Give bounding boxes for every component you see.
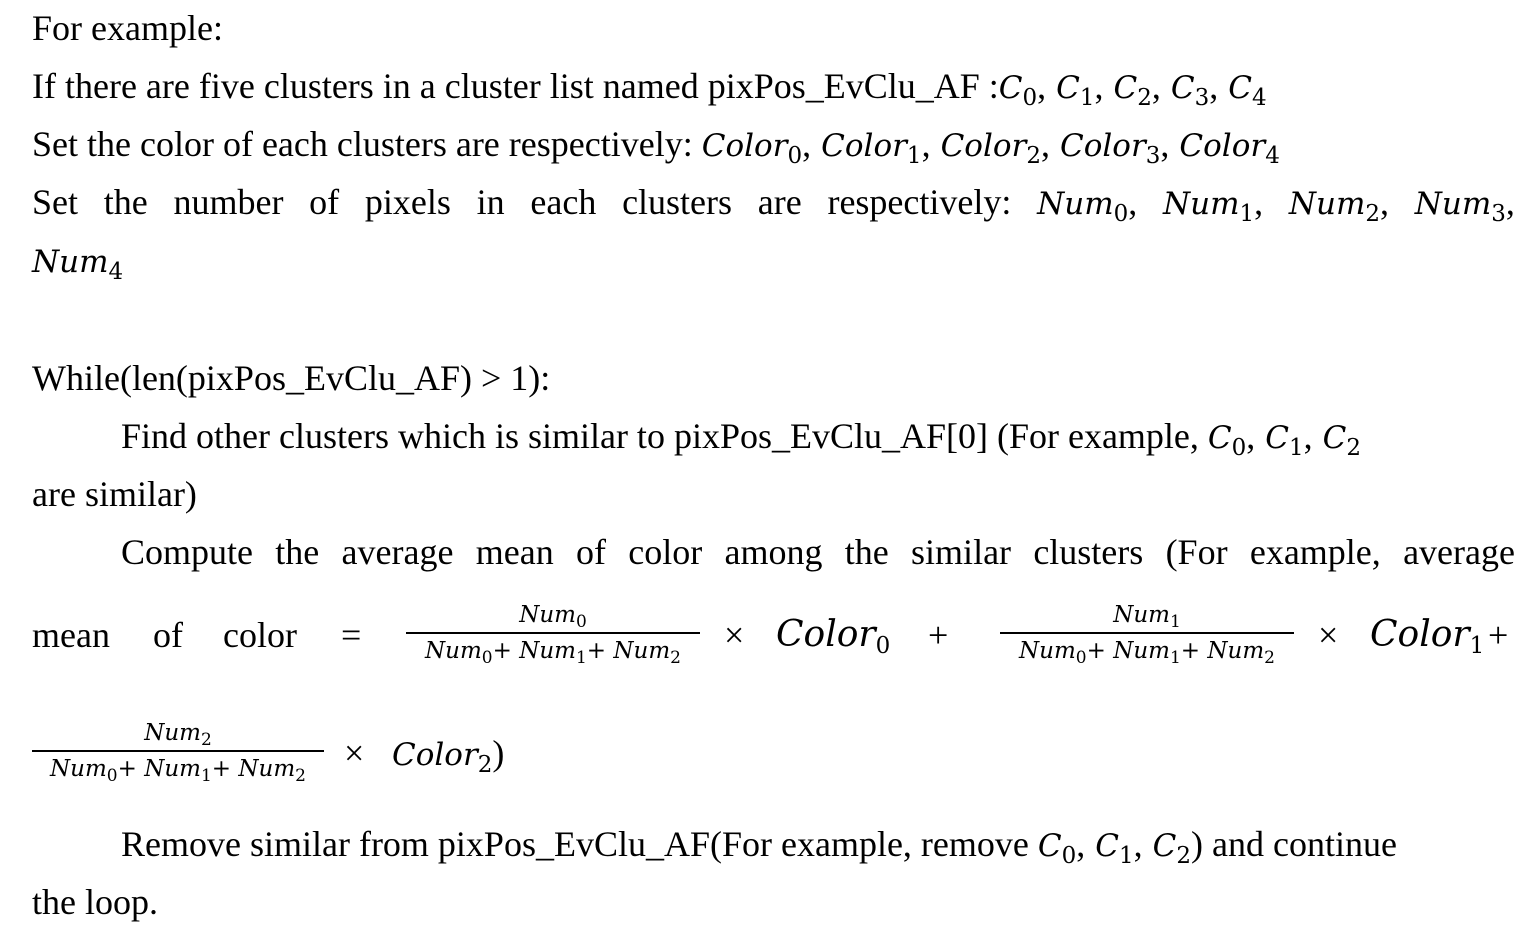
- times-2: ×: [344, 733, 365, 773]
- word: number: [173, 182, 284, 222]
- word: of: [309, 182, 340, 222]
- formula-color-1: Color1: [1370, 614, 1485, 659]
- cluster-c1: C1: [1056, 70, 1095, 111]
- remove-c0: C0: [1037, 828, 1077, 869]
- find-line-end: are similar): [32, 474, 197, 514]
- cluster-c4: C4: [1228, 70, 1267, 111]
- cluster-c3: C3: [1170, 70, 1210, 111]
- word-color: color: [223, 615, 297, 655]
- word: the: [275, 532, 320, 572]
- word: are: [757, 182, 802, 222]
- word: Compute: [121, 532, 253, 572]
- num-2: Num2,: [1288, 182, 1389, 227]
- num-1: Num1,: [1162, 182, 1264, 227]
- clusters-line-text: If there are five clusters in a cluster …: [32, 66, 999, 106]
- clusters-line: If there are five clusters in a cluster …: [32, 66, 1267, 111]
- pixels-line: Set the number of pixels in each cluster…: [32, 180, 1515, 226]
- times-0: ×: [724, 615, 745, 655]
- fraction-0: Num0 Num0+ Num1+ Num2: [406, 600, 700, 667]
- word: clusters: [622, 182, 733, 222]
- remove-line-suffix: ) and continue: [1191, 824, 1397, 864]
- num-3: Num3,: [1414, 182, 1515, 227]
- word: mean: [475, 532, 554, 572]
- word-of: of: [153, 615, 183, 655]
- word: clusters: [1033, 532, 1144, 572]
- word: respectively:: [827, 182, 1012, 222]
- intro-line: For example:: [32, 8, 223, 48]
- find-c0: C0: [1207, 420, 1247, 461]
- color-4: Color4: [1179, 128, 1280, 169]
- color-3: Color3: [1059, 128, 1161, 169]
- word: average: [1403, 532, 1515, 572]
- fraction-2: Num2 Num0+ Num1+ Num2: [32, 718, 324, 785]
- colors-line: Set the color of each clusters are respe…: [32, 124, 1280, 169]
- word-mean: mean: [32, 615, 110, 655]
- word: color: [628, 532, 703, 572]
- word: the: [103, 182, 148, 222]
- final-line: the loop.: [32, 882, 158, 922]
- word: average: [341, 532, 454, 572]
- num-0: Num0,: [1037, 182, 1138, 227]
- word: similar: [911, 532, 1012, 572]
- plus-0: +: [928, 615, 949, 655]
- color-2: Color2: [940, 128, 1041, 169]
- word: pixels: [364, 182, 451, 222]
- remove-c2: C2: [1152, 828, 1191, 869]
- word: of: [575, 532, 606, 572]
- formula-color-2: Color2): [392, 733, 505, 778]
- num-4: Num4: [32, 244, 124, 285]
- fraction-1: Num1 Num0+ Num1+ Num2: [1000, 600, 1294, 667]
- formula-color-0: Color0: [776, 614, 891, 659]
- remove-c1: C1: [1095, 828, 1134, 869]
- word: each: [530, 182, 597, 222]
- plus-1: +: [1488, 615, 1509, 655]
- cluster-c2: C2: [1113, 70, 1152, 111]
- word: the: [844, 532, 889, 572]
- word: in: [476, 182, 505, 222]
- cluster-c0: C0: [998, 70, 1038, 111]
- num4-line: Num4: [32, 238, 1515, 284]
- word: Set: [32, 182, 79, 222]
- equals-sign: =: [341, 615, 362, 655]
- color-0: Color0: [701, 128, 803, 169]
- remove-line: Remove similar from pixPos_EvClu_AF(For …: [121, 824, 1397, 869]
- find-c1: C1: [1265, 420, 1304, 461]
- compute-line: Compute the average mean of color among …: [121, 530, 1515, 574]
- remove-line-text: Remove similar from pixPos_EvClu_AF(For …: [121, 824, 1038, 864]
- find-line-text: Find other clusters which is similar to …: [121, 416, 1208, 456]
- word: among: [724, 532, 823, 572]
- find-line: Find other clusters which is similar to …: [121, 416, 1362, 461]
- word: example,: [1249, 532, 1381, 572]
- color-1: Color1: [821, 128, 922, 169]
- colors-line-text: Set the color of each clusters are respe…: [32, 124, 702, 164]
- find-c2: C2: [1322, 420, 1362, 461]
- while-line: While(len(pixPos_EvClu_AF) > 1):: [32, 358, 551, 398]
- word: (For: [1165, 532, 1228, 572]
- times-1: ×: [1318, 615, 1339, 655]
